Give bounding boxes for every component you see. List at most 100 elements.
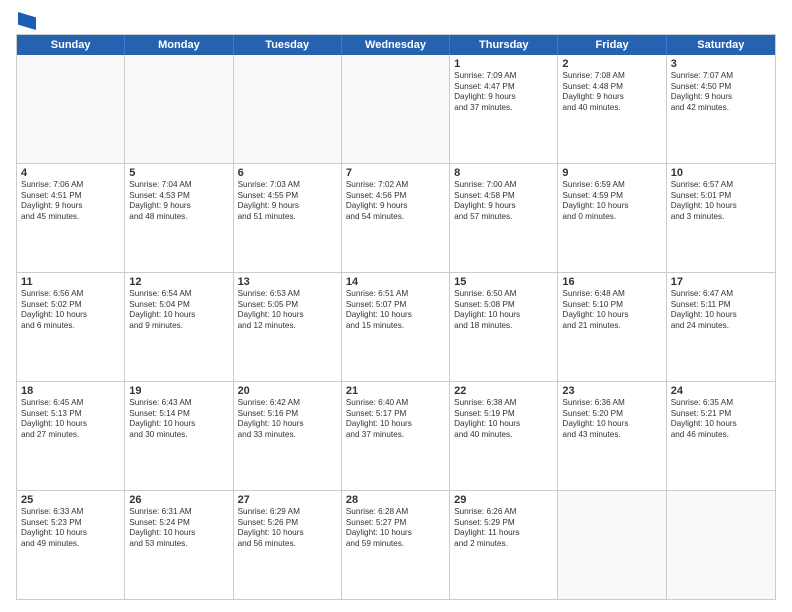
cell-line: Daylight: 9 hours [562,92,661,103]
cell-line: Daylight: 9 hours [238,201,337,212]
cell-line: Sunrise: 7:00 AM [454,180,553,191]
calendar-cell [234,55,342,163]
cell-line: Sunset: 4:59 PM [562,191,661,202]
cell-line: and 43 minutes. [562,430,661,441]
cell-line: Sunrise: 6:43 AM [129,398,228,409]
calendar-cell: 23Sunrise: 6:36 AMSunset: 5:20 PMDayligh… [558,382,666,490]
calendar-row-3: 18Sunrise: 6:45 AMSunset: 5:13 PMDayligh… [17,382,775,491]
cell-line: and 59 minutes. [346,539,445,550]
cell-line: Sunrise: 6:33 AM [21,507,120,518]
cell-line: Daylight: 11 hours [454,528,553,539]
cell-line: and 15 minutes. [346,321,445,332]
calendar-cell: 11Sunrise: 6:56 AMSunset: 5:02 PMDayligh… [17,273,125,381]
header-day-wednesday: Wednesday [342,35,450,55]
cell-line: and 30 minutes. [129,430,228,441]
cell-line: and 56 minutes. [238,539,337,550]
cell-line: and 6 minutes. [21,321,120,332]
cell-line: Sunrise: 6:42 AM [238,398,337,409]
calendar-cell [125,55,233,163]
cell-line: Sunset: 5:17 PM [346,409,445,420]
header-day-thursday: Thursday [450,35,558,55]
day-number: 29 [454,494,553,506]
cell-line: and 18 minutes. [454,321,553,332]
day-number: 10 [671,167,771,179]
cell-line: Daylight: 9 hours [454,92,553,103]
calendar-cell: 29Sunrise: 6:26 AMSunset: 5:29 PMDayligh… [450,491,558,599]
cell-line: Sunset: 5:19 PM [454,409,553,420]
calendar-cell [17,55,125,163]
cell-line: and 42 minutes. [671,103,771,114]
day-number: 19 [129,385,228,397]
cell-line: Sunset: 5:27 PM [346,518,445,529]
cell-line: Daylight: 10 hours [671,310,771,321]
calendar-cell: 19Sunrise: 6:43 AMSunset: 5:14 PMDayligh… [125,382,233,490]
header-day-sunday: Sunday [17,35,125,55]
cell-line: and 37 minutes. [454,103,553,114]
cell-line: and 45 minutes. [21,212,120,223]
calendar-cell: 7Sunrise: 7:02 AMSunset: 4:56 PMDaylight… [342,164,450,272]
cell-line: Sunset: 5:04 PM [129,300,228,311]
cell-line: and 27 minutes. [21,430,120,441]
cell-line: Daylight: 10 hours [671,419,771,430]
cell-line: Daylight: 10 hours [129,310,228,321]
cell-line: Daylight: 10 hours [346,419,445,430]
cell-line: Sunrise: 6:48 AM [562,289,661,300]
cell-line: Daylight: 10 hours [454,310,553,321]
cell-line: Daylight: 10 hours [562,201,661,212]
cell-line: Sunset: 4:51 PM [21,191,120,202]
cell-line: Daylight: 10 hours [238,310,337,321]
day-number: 4 [21,167,120,179]
calendar: SundayMondayTuesdayWednesdayThursdayFrid… [16,34,776,600]
cell-line: Daylight: 9 hours [454,201,553,212]
cell-line: Daylight: 10 hours [562,310,661,321]
cell-line: Daylight: 10 hours [238,419,337,430]
cell-line: Daylight: 10 hours [238,528,337,539]
cell-line: Sunset: 4:48 PM [562,82,661,93]
day-number: 17 [671,276,771,288]
cell-line: Sunrise: 7:04 AM [129,180,228,191]
day-number: 16 [562,276,661,288]
calendar-cell: 20Sunrise: 6:42 AMSunset: 5:16 PMDayligh… [234,382,342,490]
cell-line: Sunset: 5:05 PM [238,300,337,311]
header-day-tuesday: Tuesday [234,35,342,55]
day-number: 24 [671,385,771,397]
cell-line: and 46 minutes. [671,430,771,441]
cell-line: and 3 minutes. [671,212,771,223]
day-number: 27 [238,494,337,506]
cell-line: Sunset: 5:10 PM [562,300,661,311]
cell-line: and 0 minutes. [562,212,661,223]
cell-line: and 40 minutes. [454,430,553,441]
cell-line: Sunrise: 6:50 AM [454,289,553,300]
cell-line: Sunset: 5:01 PM [671,191,771,202]
cell-line: Sunrise: 6:35 AM [671,398,771,409]
cell-line: Sunset: 4:50 PM [671,82,771,93]
cell-line: Sunrise: 6:53 AM [238,289,337,300]
calendar-body: 1Sunrise: 7:09 AMSunset: 4:47 PMDaylight… [17,55,775,599]
calendar-row-2: 11Sunrise: 6:56 AMSunset: 5:02 PMDayligh… [17,273,775,382]
calendar-row-4: 25Sunrise: 6:33 AMSunset: 5:23 PMDayligh… [17,491,775,599]
header-day-saturday: Saturday [667,35,775,55]
calendar-cell: 14Sunrise: 6:51 AMSunset: 5:07 PMDayligh… [342,273,450,381]
cell-line: and 49 minutes. [21,539,120,550]
header [16,12,776,26]
cell-line: Sunrise: 6:38 AM [454,398,553,409]
calendar-row-1: 4Sunrise: 7:06 AMSunset: 4:51 PMDaylight… [17,164,775,273]
cell-line: Sunset: 5:14 PM [129,409,228,420]
day-number: 5 [129,167,228,179]
cell-line: Sunset: 4:58 PM [454,191,553,202]
cell-line: Daylight: 10 hours [21,310,120,321]
cell-line: and 24 minutes. [671,321,771,332]
cell-line: Sunset: 5:23 PM [21,518,120,529]
cell-line: Sunset: 4:53 PM [129,191,228,202]
calendar-cell: 26Sunrise: 6:31 AMSunset: 5:24 PMDayligh… [125,491,233,599]
calendar-cell: 10Sunrise: 6:57 AMSunset: 5:01 PMDayligh… [667,164,775,272]
cell-line: Daylight: 10 hours [129,528,228,539]
calendar-header: SundayMondayTuesdayWednesdayThursdayFrid… [17,35,775,55]
cell-line: Sunrise: 6:29 AM [238,507,337,518]
calendar-cell: 6Sunrise: 7:03 AMSunset: 4:55 PMDaylight… [234,164,342,272]
cell-line: and 12 minutes. [238,321,337,332]
cell-line: Sunset: 4:55 PM [238,191,337,202]
page: SundayMondayTuesdayWednesdayThursdayFrid… [0,0,792,612]
cell-line: Sunset: 5:07 PM [346,300,445,311]
cell-line: Sunset: 5:08 PM [454,300,553,311]
